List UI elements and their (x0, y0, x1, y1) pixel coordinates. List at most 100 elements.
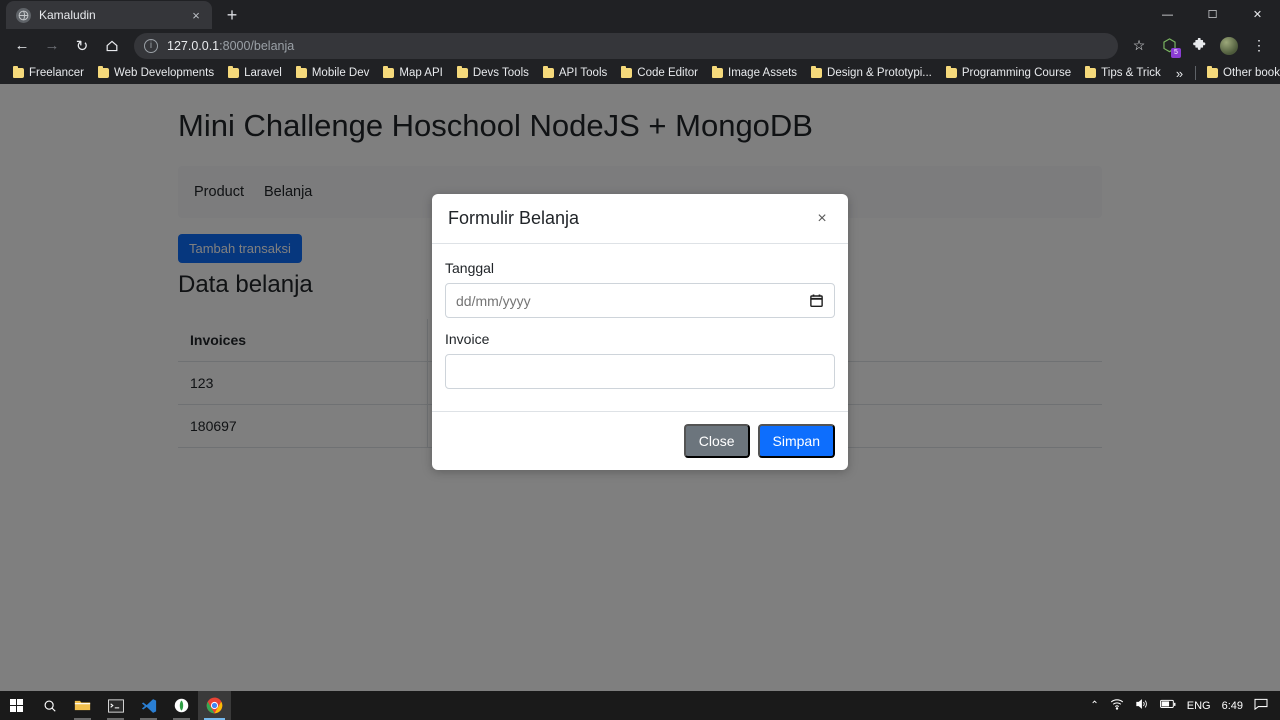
bookmarks-overflow-button[interactable]: » (1168, 64, 1191, 83)
bookmark-label: Image Assets (728, 67, 797, 79)
start-button[interactable] (0, 691, 33, 720)
bookmark-label: Devs Tools (473, 67, 529, 79)
bookmark-item[interactable]: Map API (376, 65, 449, 81)
close-icon[interactable]: × (812, 209, 832, 229)
js-extension-icon[interactable]: 5 (1156, 33, 1182, 59)
bookmark-item[interactable]: Code Editor (614, 65, 705, 81)
bookmark-label: Laravel (244, 67, 282, 79)
bookmark-label: Mobile Dev (312, 67, 370, 79)
new-tab-button[interactable]: + (218, 1, 246, 29)
battery-icon[interactable] (1160, 699, 1176, 712)
url-host: 127.0.0.1 (167, 39, 219, 53)
browser-toolbar: ← → ↻ i 127.0.0.1:8000/belanja ☆ 5 ⋮ (0, 29, 1280, 62)
bookmark-item[interactable]: Freelancer (6, 65, 91, 81)
folder-icon (13, 68, 24, 78)
modal-title: Formulir Belanja (448, 208, 579, 229)
invoice-input[interactable] (445, 354, 835, 389)
bookmark-label: API Tools (559, 67, 607, 79)
browser-tab[interactable]: Kamaludin × (6, 1, 212, 29)
bookmark-item[interactable]: Programming Course (939, 65, 1078, 81)
simpan-button[interactable]: Simpan (758, 424, 835, 458)
bookmark-item[interactable]: Devs Tools (450, 65, 536, 81)
modal-body: Tanggal dd/mm/yyyy Invoice (432, 244, 848, 411)
vscode-button[interactable] (132, 691, 165, 720)
chrome-menu-button[interactable]: ⋮ (1246, 33, 1272, 59)
folder-icon (543, 68, 554, 78)
folder-icon (98, 68, 109, 78)
tab-strip: Kamaludin × + — ☐ ✕ (0, 0, 1280, 29)
search-button[interactable] (33, 691, 66, 720)
maximize-button[interactable]: ☐ (1190, 0, 1235, 29)
tab-title: Kamaludin (39, 8, 180, 22)
modal-header: Formulir Belanja × (432, 194, 848, 244)
browser-window: Kamaludin × + — ☐ ✕ ← → ↻ i 127.0.0.1:80… (0, 0, 1280, 691)
bookmark-label: Code Editor (637, 67, 698, 79)
tab-close-icon[interactable]: × (188, 7, 204, 23)
calendar-icon[interactable] (809, 293, 824, 308)
folder-icon (1085, 68, 1096, 78)
reload-button[interactable]: ↻ (68, 32, 96, 60)
clock[interactable]: 6:49 (1222, 700, 1243, 712)
folder-icon (296, 68, 307, 78)
windows-taskbar: ⌃ ENG 6:49 (0, 691, 1280, 720)
folder-icon (621, 68, 632, 78)
home-button[interactable] (98, 32, 126, 60)
taskbar-apps (0, 691, 231, 720)
bookmarks-divider (1195, 66, 1196, 80)
bookmark-item[interactable]: API Tools (536, 65, 614, 81)
field-spacer (445, 318, 835, 331)
tanggal-placeholder: dd/mm/yyyy (456, 293, 531, 309)
url-path: :8000/belanja (219, 39, 294, 53)
extension-badge: 5 (1171, 48, 1181, 58)
invoice-label: Invoice (445, 331, 835, 347)
bookmark-item[interactable]: Design & Prototypi... (804, 65, 939, 81)
forward-button[interactable]: → (38, 32, 66, 60)
folder-icon (383, 68, 394, 78)
volume-icon[interactable] (1135, 698, 1149, 713)
terminal-button[interactable] (99, 691, 132, 720)
file-explorer-button[interactable] (66, 691, 99, 720)
windows-logo-icon (10, 699, 24, 713)
wifi-icon[interactable] (1110, 698, 1124, 713)
page-viewport: Mini Challenge Hoschool NodeJS + MongoDB… (0, 84, 1280, 691)
tray-chevron-icon[interactable]: ⌃ (1090, 700, 1098, 711)
bookmark-item[interactable]: Image Assets (705, 65, 804, 81)
bookmark-item[interactable]: Laravel (221, 65, 289, 81)
bookmark-item[interactable]: Tips & Trick (1078, 65, 1168, 81)
folder-icon (946, 68, 957, 78)
folder-icon (228, 68, 239, 78)
formulir-belanja-modal: Formulir Belanja × Tanggal dd/mm/yyyy (432, 194, 848, 470)
folder-icon (811, 68, 822, 78)
other-bookmarks-group: Other bookmarks (1191, 65, 1280, 81)
bookmark-item[interactable]: Mobile Dev (289, 65, 377, 81)
bookmark-item[interactable]: Web Developments (91, 65, 221, 81)
folder-icon (1207, 68, 1218, 78)
tanggal-input[interactable]: dd/mm/yyyy (445, 283, 835, 318)
app-button[interactable] (165, 691, 198, 720)
close-window-button[interactable]: ✕ (1235, 0, 1280, 29)
folder-icon (457, 68, 468, 78)
close-button[interactable]: Close (684, 424, 750, 458)
puzzle-icon[interactable] (1186, 33, 1212, 59)
window-controls: — ☐ ✕ (1145, 0, 1280, 29)
minimize-button[interactable]: — (1145, 0, 1190, 29)
bookmark-label: Map API (399, 67, 442, 79)
system-tray: ⌃ ENG 6:49 (1090, 698, 1280, 713)
other-bookmarks-button[interactable]: Other bookmarks (1200, 65, 1280, 81)
back-button[interactable]: ← (8, 32, 36, 60)
bookmark-label: Tips & Trick (1101, 67, 1161, 79)
chrome-button[interactable] (198, 691, 231, 720)
notification-icon[interactable] (1254, 698, 1268, 713)
url-text: 127.0.0.1:8000/belanja (167, 39, 294, 53)
bookmark-star-icon[interactable]: ☆ (1126, 33, 1152, 59)
other-bookmarks-label: Other bookmarks (1223, 67, 1280, 79)
bookmark-label: Freelancer (29, 67, 84, 79)
tanggal-label: Tanggal (445, 260, 835, 276)
folder-icon (712, 68, 723, 78)
address-bar[interactable]: i 127.0.0.1:8000/belanja (134, 33, 1118, 59)
language-indicator[interactable]: ENG (1187, 700, 1211, 712)
tab-favicon-globe-icon (16, 8, 31, 23)
avatar[interactable] (1216, 33, 1242, 59)
site-info-icon[interactable]: i (144, 39, 158, 53)
modal-footer: Close Simpan (432, 411, 848, 470)
